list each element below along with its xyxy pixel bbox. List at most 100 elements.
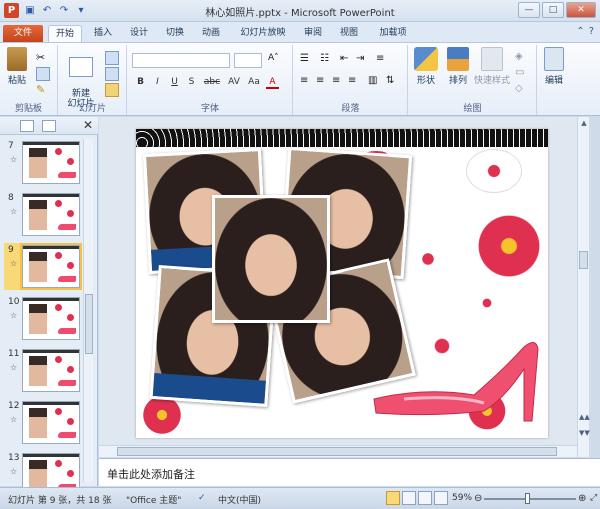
font-format-row: B I U S abc AV Aa A [134, 77, 279, 89]
tab-view[interactable]: 视图 [334, 25, 364, 42]
italic-button[interactable]: I [151, 77, 164, 89]
increase-indent-icon[interactable]: ⇥ [356, 53, 370, 67]
shape-effects-icon[interactable]: ◇ [515, 83, 529, 97]
spell-check-icon[interactable]: ✓ [198, 493, 206, 503]
underline-button[interactable]: U [168, 77, 181, 89]
slide-thumbnail[interactable]: 11 ☆ [4, 347, 82, 394]
animation-star-icon: ☆ [10, 155, 18, 164]
paragraph-group: ☰ ☷ ⇤ ⇥ ≡ ≡ ≡ ≡ ≡ ▥ ⇅ 段落 [294, 45, 408, 115]
slides-pane-scroll-thumb[interactable] [85, 294, 93, 354]
font-size-combo[interactable] [234, 53, 262, 68]
char-spacing-button[interactable]: AV [226, 77, 242, 89]
slide-thumbnail[interactable]: 7 ☆ [4, 139, 82, 186]
slide-thumbnail[interactable]: 10 ☆ [4, 295, 82, 342]
close-button[interactable]: ✕ [566, 2, 596, 18]
columns-icon[interactable]: ▥ [368, 75, 382, 89]
section-icon[interactable] [105, 83, 119, 97]
change-case-button[interactable]: Aa [246, 77, 262, 89]
copy-icon[interactable] [36, 67, 50, 81]
reset-icon[interactable] [105, 67, 119, 81]
slides-pane-scrollbar[interactable] [83, 139, 93, 482]
outline-tab[interactable] [42, 120, 56, 132]
shapes-button[interactable]: 形状 [411, 47, 441, 86]
shape-fill-icon[interactable]: ◈ [515, 51, 529, 65]
editor-scroll-thumb[interactable] [579, 251, 588, 269]
tab-transitions[interactable]: 切换 [160, 25, 190, 42]
strikethrough-button[interactable]: abc [202, 77, 222, 89]
tab-insert[interactable]: 插入 [88, 25, 118, 42]
slide-number: 7 [8, 141, 14, 151]
font-color-button[interactable]: A [266, 77, 279, 89]
cut-icon[interactable]: ✂ [36, 51, 50, 65]
slide-thumbnail[interactable]: 9 ☆ [4, 243, 82, 290]
grow-font-icon[interactable]: A˄ [268, 53, 282, 67]
slideshow-view-button[interactable] [434, 491, 448, 505]
tab-home[interactable]: 开始 [48, 25, 82, 42]
bullets-icon[interactable]: ☰ [300, 53, 314, 67]
shapes-icon [414, 47, 438, 71]
redo-icon[interactable]: ↷ [57, 4, 71, 18]
format-painter-icon[interactable]: ✎ [36, 83, 50, 97]
undo-icon[interactable]: ↶ [40, 4, 54, 18]
slide-thumbnail[interactable]: 12 ☆ [4, 399, 82, 446]
bold-button[interactable]: B [134, 77, 147, 89]
next-slide-icon[interactable]: ▼▼ [579, 429, 590, 437]
tab-addins[interactable]: 加载项 [372, 25, 414, 42]
notes-placeholder[interactable]: 单击此处添加备注 [107, 466, 195, 482]
notes-pane[interactable]: 单击此处添加备注 [99, 458, 600, 486]
editing-button[interactable]: 编辑 [540, 47, 568, 86]
previous-slide-icon[interactable]: ▲▲ [579, 413, 590, 421]
line-spacing-icon[interactable]: ≡ [376, 53, 390, 67]
arrange-button[interactable]: 排列 [443, 47, 473, 86]
text-direction-icon[interactable]: ⇅ [386, 75, 400, 89]
language-status[interactable]: 中文(中国) [218, 493, 261, 506]
editor-vertical-scrollbar[interactable]: ▲ ▲▲ ▼▼ [577, 117, 590, 457]
tab-design[interactable]: 设计 [124, 25, 154, 42]
tab-review[interactable]: 审阅 [298, 25, 328, 42]
editor-hscroll-thumb[interactable] [117, 447, 557, 456]
reading-view-button[interactable] [418, 491, 432, 505]
portrait-image [215, 198, 327, 320]
align-left-icon[interactable]: ≡ [300, 75, 314, 89]
editor-horizontal-scrollbar[interactable] [99, 445, 577, 457]
maximize-button[interactable]: □ [542, 2, 564, 18]
zoom-out-icon[interactable]: ⊖ [474, 493, 482, 504]
numbering-icon[interactable]: ☷ [320, 53, 334, 67]
current-slide[interactable] [136, 129, 548, 438]
close-pane-icon[interactable]: ✕ [83, 118, 93, 132]
slide-number: 12 [8, 401, 20, 411]
shadow-button[interactable]: S [185, 77, 198, 89]
align-center-icon[interactable]: ≡ [316, 75, 330, 89]
tab-slideshow[interactable]: 幻灯片放映 [234, 25, 292, 42]
shape-outline-icon[interactable]: ▭ [515, 67, 529, 81]
zoom-in-icon[interactable]: ⊕ [578, 493, 586, 504]
scroll-up-icon[interactable]: ▲ [579, 119, 589, 127]
slide-thumbnail[interactable]: 8 ☆ [4, 191, 82, 238]
decrease-indent-icon[interactable]: ⇤ [340, 53, 354, 67]
zoom-slider[interactable] [484, 498, 576, 500]
minimize-button[interactable]: — [518, 2, 540, 18]
tab-animations[interactable]: 动画 [196, 25, 226, 42]
layout-icon[interactable] [105, 51, 119, 65]
align-right-icon[interactable]: ≡ [332, 75, 346, 89]
powerpoint-app-icon[interactable]: P [4, 3, 19, 18]
fit-to-window-icon[interactable]: ⤢ [590, 493, 597, 503]
zoom-slider-knob[interactable] [525, 493, 530, 504]
normal-view-button[interactable] [386, 491, 400, 505]
zoom-level[interactable]: 59% [452, 493, 472, 503]
paste-button[interactable]: 粘贴 [4, 47, 30, 86]
customize-qat-icon[interactable]: ▾ [74, 4, 88, 18]
theme-status[interactable]: "Office 主题" [126, 493, 181, 506]
slide-sorter-button[interactable] [402, 491, 416, 505]
justify-icon[interactable]: ≡ [348, 75, 362, 89]
help-icon[interactable]: ? [589, 26, 594, 37]
new-slide-button[interactable]: 新建 幻灯片 [63, 47, 99, 109]
tab-file[interactable]: 文件 [3, 25, 43, 42]
save-icon[interactable]: ▣ [23, 4, 37, 18]
quick-styles-button[interactable]: 快速样式 [473, 47, 511, 86]
font-name-combo[interactable] [132, 53, 230, 68]
slides-tab[interactable] [20, 120, 34, 132]
photo-center[interactable] [212, 195, 330, 323]
animation-star-icon: ☆ [10, 311, 18, 320]
minimize-ribbon-icon[interactable]: ⌃ [576, 26, 584, 37]
